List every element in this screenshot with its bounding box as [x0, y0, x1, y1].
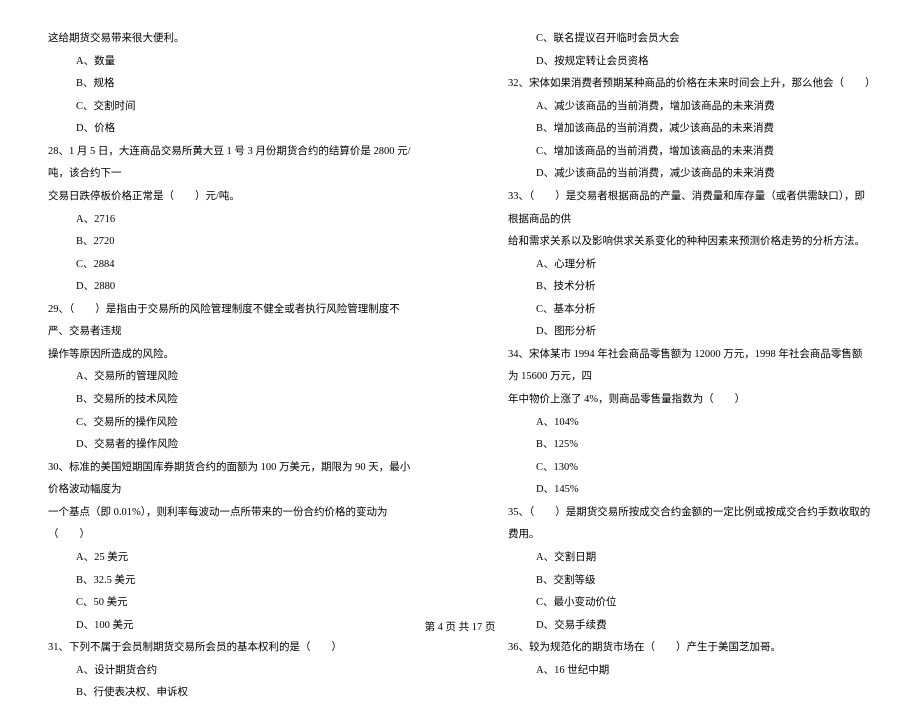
- q34-option-b: B、125%: [508, 434, 872, 457]
- q27-option-a: A、数量: [48, 51, 412, 74]
- right-column: C、联名提议召开临时会员大会 D、按规定转让会员资格 32、宋体如果消费者预期某…: [460, 28, 920, 600]
- q29-option-a: A、交易所的管理风险: [48, 366, 412, 389]
- q31-option-a: A、设计期货合约: [48, 660, 412, 683]
- q27-option-b: B、规格: [48, 73, 412, 96]
- q28-option-b: B、2720: [48, 231, 412, 254]
- q31-option-c: C、联名提议召开临时会员大会: [508, 28, 872, 51]
- q30-option-b: B、32.5 美元: [48, 570, 412, 593]
- q32-stem: 32、宋体如果消费者预期某种商品的价格在未来时间会上升，那么他会（ ）: [508, 73, 872, 96]
- q27-stem: 这给期货交易带来很大便利。: [48, 28, 412, 51]
- q28-option-d: D、2880: [48, 276, 412, 299]
- q29-option-b: B、交易所的技术风险: [48, 389, 412, 412]
- q29-option-c: C、交易所的操作风险: [48, 412, 412, 435]
- q35-option-b: B、交割等级: [508, 570, 872, 593]
- q32-option-c: C、增加该商品的当前消费，增加该商品的未来消费: [508, 141, 872, 164]
- q33-option-c: C、基本分析: [508, 299, 872, 322]
- q29-option-d: D、交易者的操作风险: [48, 434, 412, 457]
- q35-option-c: C、最小变动价位: [508, 592, 872, 615]
- q34-option-c: C、130%: [508, 457, 872, 480]
- q30-stem-line2: 一个基点（即 0.01%），则利率每波动一点所带来的一份合约价格的变动为（ ）: [48, 502, 412, 547]
- q33-stem-line2: 给和需求关系以及影响供求关系变化的种种因素来预测价格走势的分析方法。: [508, 231, 872, 254]
- q33-option-b: B、技术分析: [508, 276, 872, 299]
- q28-option-c: C、2884: [48, 254, 412, 277]
- q31-stem: 31、下列不属于会员制期货交易所会员的基本权利的是（ ）: [48, 637, 412, 660]
- q30-option-a: A、25 美元: [48, 547, 412, 570]
- q30-stem-line1: 30、标准的美国短期国库券期货合约的面额为 100 万美元，期限为 90 天，最…: [48, 457, 412, 502]
- q36-option-a: A、16 世纪中期: [508, 660, 872, 683]
- q33-option-d: D、图形分析: [508, 321, 872, 344]
- q35-stem: 35、（ ）是期货交易所按成交合约金额的一定比例或按成交合约手数收取的费用。: [508, 502, 872, 547]
- q35-option-a: A、交割日期: [508, 547, 872, 570]
- q32-option-b: B、增加该商品的当前消费，减少该商品的未来消费: [508, 118, 872, 141]
- q34-stem-line2: 年中物价上涨了 4%，则商品零售量指数为（ ）: [508, 389, 872, 412]
- q34-option-d: D、145%: [508, 479, 872, 502]
- q36-stem: 36、较为规范化的期货市场在（ ）产生于美国芝加哥。: [508, 637, 872, 660]
- q29-stem-line1: 29、（ ）是指由于交易所的风险管理制度不健全或者执行风险管理制度不严、交易者违…: [48, 299, 412, 344]
- q33-stem-line1: 33、（ ）是交易者根据商品的产量、消费量和库存量（或者供需缺口），即根据商品的…: [508, 186, 872, 231]
- q33-option-a: A、心理分析: [508, 254, 872, 277]
- q31-option-d: D、按规定转让会员资格: [508, 51, 872, 74]
- q28-stem-line1: 28、1 月 5 日，大连商品交易所黄大豆 1 号 3 月份期货合约的结算价是 …: [48, 141, 412, 186]
- q28-stem-line2: 交易日跌停板价格正常是（ ）元/吨。: [48, 186, 412, 209]
- q34-stem-line1: 34、宋体某市 1994 年社会商品零售额为 12000 万元，1998 年社会…: [508, 344, 872, 389]
- q27-option-d: D、价格: [48, 118, 412, 141]
- q31-option-b: B、行使表决权、申诉权: [48, 682, 412, 705]
- q32-option-a: A、减少该商品的当前消费，增加该商品的未来消费: [508, 96, 872, 119]
- q27-option-c: C、交割时间: [48, 96, 412, 119]
- q32-option-d: D、减少该商品的当前消费，减少该商品的未来消费: [508, 163, 872, 186]
- q30-option-c: C、50 美元: [48, 592, 412, 615]
- q29-stem-line2: 操作等原因所造成的风险。: [48, 344, 412, 367]
- left-column: 这给期货交易带来很大便利。 A、数量 B、规格 C、交割时间 D、价格 28、1…: [0, 28, 460, 600]
- page-footer: 第 4 页 共 17 页: [0, 619, 920, 634]
- q28-option-a: A、2716: [48, 209, 412, 232]
- q34-option-a: A、104%: [508, 412, 872, 435]
